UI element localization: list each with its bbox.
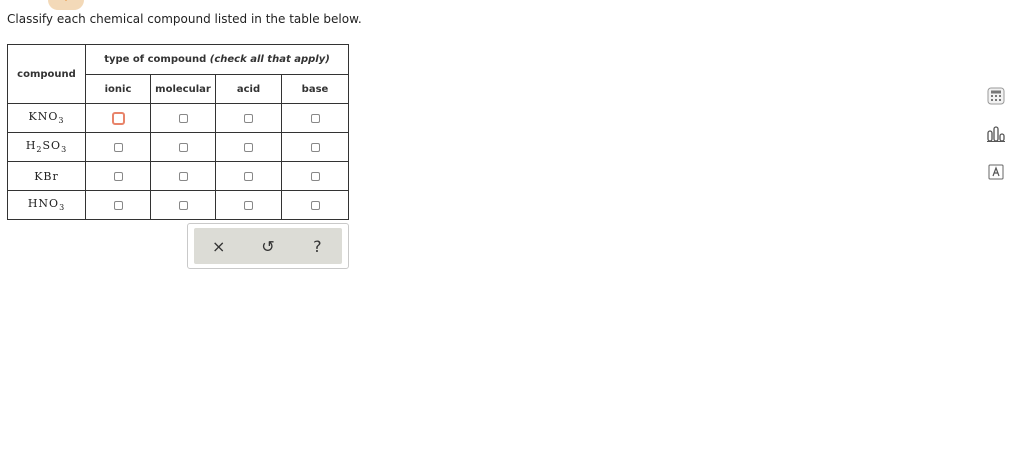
calculator-icon[interactable]: [986, 86, 1006, 106]
classification-table: compound type of compound (check all tha…: [7, 44, 349, 220]
checkbox-hno3-base[interactable]: [310, 201, 320, 210]
checkbox-kno3-molecular[interactable]: [178, 114, 188, 123]
formula-subscript: 3: [59, 203, 66, 213]
checkbox-hno3-acid[interactable]: [244, 201, 253, 210]
type-header: type of compound (check all that apply): [85, 44, 349, 75]
col-header-acid: acid: [215, 74, 282, 104]
checkbox-h2so3-acid[interactable]: [244, 143, 253, 152]
formula-text: HNO: [27, 197, 60, 211]
compound-kno3: KNO3: [7, 103, 86, 133]
checkbox-kbr-base[interactable]: [310, 172, 320, 181]
col-header-ionic: ionic: [85, 74, 151, 104]
table-row: KNO3: [7, 103, 349, 133]
table-row: H2SO3: [7, 132, 349, 162]
side-toolbar: [986, 86, 1008, 200]
checkbox-kno3-base[interactable]: [310, 114, 320, 123]
checkbox-h2so3-base[interactable]: [310, 143, 320, 152]
bar-chart-icon[interactable]: [986, 124, 1006, 144]
checkbox-kbr-acid[interactable]: [244, 172, 253, 181]
formula-text: KNO: [28, 110, 59, 124]
formula-text: H: [25, 139, 37, 153]
checkbox-kno3-ionic[interactable]: [111, 111, 125, 125]
help-button[interactable]: ?: [302, 237, 332, 256]
formula-subscript: 3: [58, 116, 65, 126]
type-header-hint: (check all that apply): [209, 54, 330, 65]
checkbox-hno3-molecular[interactable]: [178, 201, 188, 210]
col-header-base: base: [281, 74, 349, 104]
checkbox-kno3-acid[interactable]: [244, 114, 253, 123]
chevron-down-icon: [61, 0, 71, 1]
question-prompt: Classify each chemical compound listed i…: [7, 12, 362, 26]
undo-button[interactable]: ↺: [253, 237, 283, 256]
periodic-table-icon[interactable]: [986, 162, 1006, 182]
checkbox-h2so3-molecular[interactable]: [178, 143, 188, 152]
compound-kbr: KBr: [7, 161, 86, 191]
clear-button[interactable]: ×: [204, 237, 234, 256]
formula-text: KBr: [34, 169, 59, 183]
col-header-molecular: molecular: [150, 74, 216, 104]
formula-text: SO: [42, 139, 62, 153]
compound-header-label: compound: [17, 68, 76, 80]
answer-actions: × ↺ ?: [187, 223, 349, 269]
compound-header: compound: [7, 44, 86, 104]
checkbox-hno3-ionic[interactable]: [113, 201, 123, 210]
compound-hno3: HNO3: [7, 190, 86, 220]
table-row: KBr: [7, 161, 349, 191]
collapse-tab[interactable]: [48, 0, 84, 10]
formula-subscript: 3: [61, 145, 68, 155]
checkbox-h2so3-ionic[interactable]: [113, 143, 123, 152]
type-header-label: type of compound: [104, 54, 207, 65]
checkbox-kbr-molecular[interactable]: [178, 172, 188, 181]
action-bar: × ↺ ?: [194, 228, 342, 264]
compound-h2so3: H2SO3: [7, 132, 86, 162]
table-row: HNO3: [7, 190, 349, 220]
checkbox-kbr-ionic[interactable]: [113, 172, 123, 181]
